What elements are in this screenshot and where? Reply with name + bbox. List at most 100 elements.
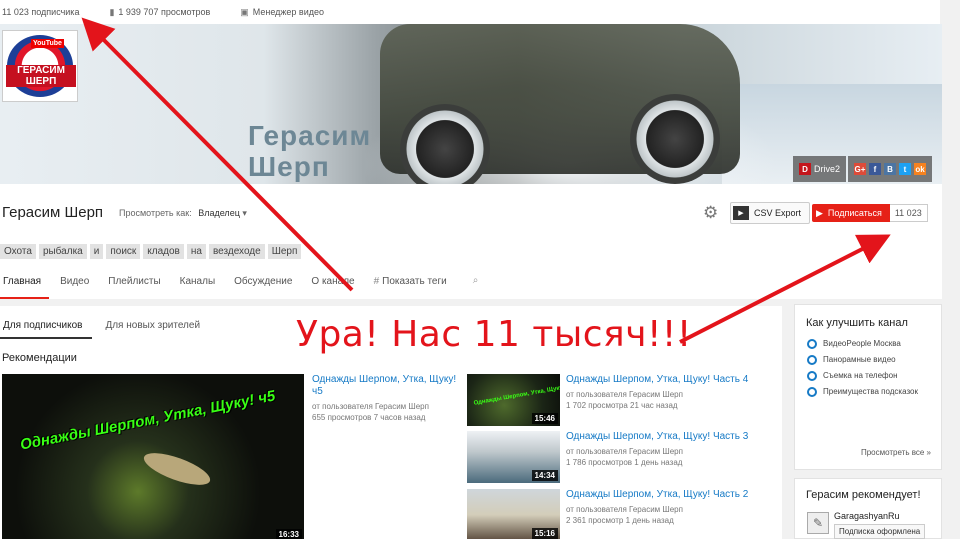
channel-avatar[interactable]: YouTube ГЕРАСИМ ШЕРП: [2, 30, 78, 102]
twitter-icon[interactable]: t: [899, 163, 911, 175]
improve-channel-title: Как улучшить канал: [806, 317, 908, 329]
video-title[interactable]: Однажды Шерпом, Утка, Щуку! Часть 3: [566, 431, 776, 443]
show-tags-button[interactable]: # Показать теги: [371, 270, 455, 299]
odnoklassniki-icon[interactable]: ok: [914, 163, 926, 175]
video-thumbnail[interactable]: 14:34: [467, 431, 560, 483]
improve-item-label: Преимущества подсказок: [823, 387, 918, 396]
tab-videos[interactable]: Видео: [57, 270, 97, 299]
csv-export-icon: ▶: [733, 206, 749, 220]
video-duration: 14:34: [531, 470, 558, 481]
video-list-item[interactable]: Однажды Шерпом, Утка, Щуку! ч5 15:46 Одн…: [467, 374, 777, 428]
improve-item-label: ВидеоPeople Москва: [823, 339, 901, 348]
tab-for-new-viewers[interactable]: Для новых зрителей: [102, 306, 210, 339]
drive2-label: Drive2: [813, 164, 840, 174]
search-icon[interactable]: ⌕: [473, 270, 479, 299]
tab-for-subscribers[interactable]: Для подписчиков: [0, 306, 93, 339]
video-list-item[interactable]: 15:16 Однажды Шерпом, Утка, Щуку! Часть …: [467, 489, 777, 539]
tag-chip[interactable]: вездеходе: [208, 244, 265, 259]
view-as-selector[interactable]: Просмотреть как: Владелец ▾: [119, 208, 247, 219]
thumbnail-fish-graphic: [140, 446, 214, 492]
banner-title-line1: Герасим: [248, 120, 372, 151]
video-title[interactable]: Однажды Шерпом, Утка, Щуку! Часть 2: [566, 489, 776, 501]
improve-channel-list: ВидеоPeople Москва Панорамные видео Съем…: [807, 339, 927, 403]
thumbnail-caption: Однажды Шерпом, Утка, Щуку! ч5: [473, 383, 560, 407]
gear-icon[interactable]: ⚙: [703, 203, 718, 223]
video-list-item[interactable]: 14:34 Однажды Шерпом, Утка, Щуку! Часть …: [467, 431, 777, 485]
celebration-annotation: Ура! Нас 11 тысяч!!!: [296, 314, 692, 355]
video-thumbnail[interactable]: 15:16: [467, 489, 560, 539]
subscribe-count: 11 023: [889, 204, 928, 222]
csv-export-label: CSV Export: [754, 208, 802, 218]
views-stat[interactable]: ▮ 1 939 707 просмотров: [109, 7, 210, 18]
tab-about[interactable]: О канале: [308, 270, 362, 299]
video-info: Однажды Шерпом, Утка, Щуку! Часть 3 от п…: [566, 431, 776, 468]
subscriber-stat[interactable]: 11 023 подписчика: [2, 7, 79, 17]
tag-chip[interactable]: рыбалка: [38, 244, 87, 259]
banner-title: Герасим Шерп: [248, 120, 371, 182]
improve-item[interactable]: ВидеоPeople Москва: [807, 339, 927, 349]
google-plus-icon[interactable]: G+: [854, 163, 866, 175]
radio-icon: [807, 355, 817, 365]
video-duration: 16:33: [275, 529, 302, 539]
featured-video-info: Однажды Шерпом, Утка, Щуку! ч5 от пользо…: [312, 374, 462, 423]
banner-wheel: [630, 94, 720, 184]
recommended-channel-name[interactable]: GaragashyanRu: [834, 511, 900, 521]
tab-channels[interactable]: Каналы: [177, 270, 224, 299]
video-duration: 15:46: [531, 413, 558, 424]
video-author: от пользователя Герасим Шерп: [566, 390, 683, 399]
view-as-value: Владелец: [198, 208, 240, 218]
subscribe-button[interactable]: ▶ Подписаться 11 023: [812, 204, 928, 222]
tag-chip[interactable]: кладов: [143, 244, 184, 259]
youtube-play-icon: ▶: [816, 207, 823, 218]
improve-item[interactable]: Съемка на телефон: [807, 371, 927, 381]
video-info: Однажды Шерпом, Утка, Щуку! Часть 4 от п…: [566, 374, 776, 411]
csv-export-button[interactable]: ▶ CSV Export: [730, 202, 811, 224]
social-icons-group: G+ f B t ok: [848, 156, 932, 182]
tag-chip[interactable]: на: [186, 244, 206, 259]
radio-icon: [807, 387, 817, 397]
view-count: 1 939 707 просмотров: [118, 7, 211, 17]
view-as-label: Просмотреть как:: [119, 208, 192, 218]
radio-icon: [807, 371, 817, 381]
video-manager-icon: ▣: [240, 6, 249, 17]
channel-banner: Герасим Шерп D Drive2 G+ f B t ok: [0, 24, 942, 184]
vk-icon[interactable]: B: [884, 163, 896, 175]
video-title[interactable]: Однажды Шерпом, Утка, Щуку! Часть 4: [566, 374, 776, 386]
tag-chip[interactable]: Охота: [0, 244, 36, 259]
subscribed-button[interactable]: Подписка оформлена: [834, 524, 926, 539]
subscriber-count: 11 023 подписчика: [2, 7, 80, 17]
video-meta: 1 702 просмотра 21 час назад: [566, 401, 678, 410]
tag-chip[interactable]: поиск: [106, 244, 141, 259]
featured-video-thumbnail[interactable]: Однажды Шерпом, Утка, Щуку! ч5 16:33: [2, 374, 304, 539]
tag-chip[interactable]: и: [89, 244, 104, 259]
tab-playlists[interactable]: Плейлисты: [105, 270, 168, 299]
tag-chip[interactable]: Шерп: [267, 244, 302, 259]
audience-tabs: Для подписчиков Для новых зрителей: [0, 306, 220, 339]
see-all-link[interactable]: Просмотреть все »: [861, 448, 931, 457]
channel-recommends-panel: Герасим рекомендует! ✎ GaragashyanRu Под…: [794, 478, 942, 539]
improve-item[interactable]: Панорамные видео: [807, 355, 927, 365]
tab-discussion[interactable]: Обсуждение: [231, 270, 300, 299]
featured-thumbnail-caption: Однажды Шерпом, Утка, Щуку! ч5: [18, 387, 277, 454]
video-manager-link[interactable]: ▣ Менеджер видео: [240, 7, 324, 18]
featured-video-meta: 655 просмотров 7 часов назад: [312, 413, 426, 422]
video-meta: 2 361 просмотр 1 день назад: [566, 516, 674, 525]
improve-item[interactable]: Преимущества подсказок: [807, 387, 927, 397]
drive2-link[interactable]: D Drive2: [792, 156, 846, 182]
video-thumbnail[interactable]: Однажды Шерпом, Утка, Щуку! ч5 15:46: [467, 374, 560, 426]
channel-tags: Охота рыбалка и поиск кладов на вездеход…: [0, 244, 302, 259]
bar-chart-icon: ▮: [109, 6, 115, 17]
subscribe-label: Подписаться: [827, 208, 882, 218]
chevron-down-icon: ▾: [242, 208, 247, 218]
improve-channel-panel: Как улучшить канал ВидеоPeople Москва Па…: [794, 304, 942, 470]
social-links: D Drive2 G+ f B t ok: [792, 156, 932, 182]
tab-home[interactable]: Главная: [0, 270, 50, 299]
subscribe-label-wrap[interactable]: ▶ Подписаться: [812, 204, 890, 222]
avatar-youtube-badge: YouTube: [31, 39, 64, 48]
recommended-channel-avatar[interactable]: ✎: [807, 512, 829, 534]
avatar-channel-text: ГЕРАСИМ ШЕРП: [6, 65, 76, 87]
channel-name[interactable]: Герасим Шерп: [2, 204, 103, 221]
featured-video-title[interactable]: Однажды Шерпом, Утка, Щуку! ч5: [312, 374, 462, 398]
video-manager-label: Менеджер видео: [252, 7, 325, 17]
facebook-icon[interactable]: f: [869, 163, 881, 175]
